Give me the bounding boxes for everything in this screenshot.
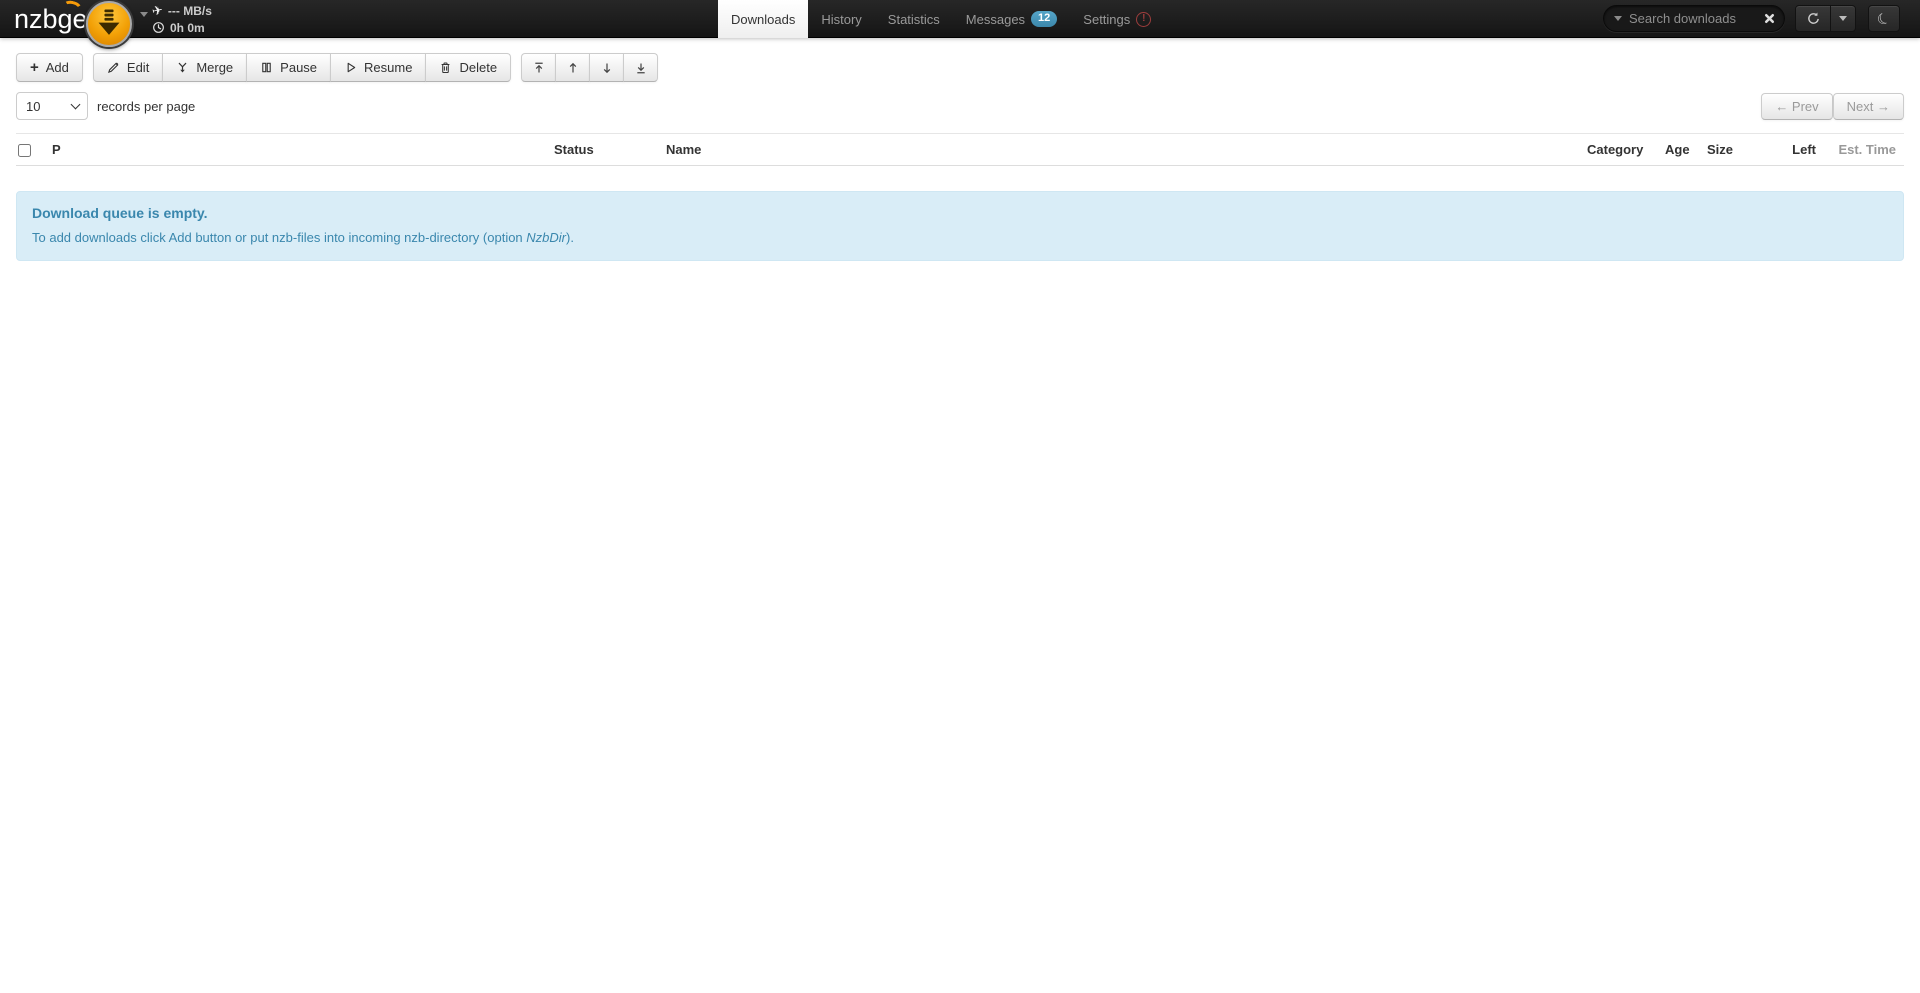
next-page-button[interactable]: Next →: [1833, 93, 1904, 120]
records-select-wrap: 10: [16, 92, 88, 120]
header-est-time: Est. Time: [1824, 134, 1904, 166]
alert-option-name: NzbDir: [526, 230, 566, 245]
header-size: Size: [1699, 134, 1769, 166]
merge-button[interactable]: Merge: [162, 53, 247, 82]
theme-toggle-button[interactable]: ☾: [1868, 5, 1900, 32]
next-page-label: Next →: [1847, 99, 1890, 114]
move-up-button[interactable]: [555, 53, 590, 82]
resume-button[interactable]: Resume: [330, 53, 426, 82]
header-name: Name: [658, 134, 1579, 166]
tab-downloads-label: Downloads: [731, 12, 795, 27]
time-left-value: 0h 0m: [170, 21, 205, 35]
move-to-top-button[interactable]: [521, 53, 556, 82]
logo-block: nzbget: [14, 0, 95, 38]
refresh-button[interactable]: [1795, 5, 1831, 32]
header-age: Age: [1657, 134, 1699, 166]
app-logo: nzbget: [14, 0, 95, 38]
move-actions-group: [521, 53, 658, 82]
add-button-label: Add: [46, 60, 69, 75]
search-options-caret-icon[interactable]: [1614, 16, 1622, 21]
pause-icon: [260, 61, 273, 74]
messages-count-badge: 12: [1031, 11, 1057, 27]
select-all-cell: [16, 134, 44, 166]
speed-plane-icon: ✈: [150, 2, 164, 20]
select-all-checkbox[interactable]: [18, 144, 31, 157]
alert-message-prefix: To add downloads click Add button or put…: [32, 230, 526, 245]
tab-statistics[interactable]: Statistics: [875, 0, 953, 38]
header-left: Left: [1769, 134, 1824, 166]
move-down-button[interactable]: [589, 53, 624, 82]
trash-icon: [439, 61, 452, 74]
plus-icon: +: [30, 60, 39, 75]
pause-button-label: Pause: [280, 60, 317, 75]
queue-toolbar: + Add Edit Merge Pause: [16, 53, 1904, 82]
header-category: Category: [1579, 134, 1657, 166]
tab-settings[interactable]: Settings !: [1070, 0, 1164, 38]
records-per-page-label: records per page: [97, 99, 195, 114]
header-priority: P: [44, 134, 546, 166]
edit-button-label: Edit: [127, 60, 149, 75]
tab-history[interactable]: History: [808, 0, 874, 38]
speed-value: --- MB/s: [168, 4, 212, 18]
prev-page-button[interactable]: ← Prev: [1761, 93, 1832, 120]
delete-button[interactable]: Delete: [425, 53, 511, 82]
tab-messages-label: Messages: [966, 12, 1025, 27]
edit-actions-group: Edit Merge Pause Resume De: [93, 53, 511, 82]
edit-button[interactable]: Edit: [93, 53, 163, 82]
time-indicator: 0h 0m: [152, 19, 212, 36]
main-nav-tabs: Downloads History Statistics Messages 12…: [718, 0, 1164, 38]
tab-settings-label: Settings: [1083, 12, 1130, 27]
moon-icon: ☾: [1874, 8, 1894, 30]
tab-messages[interactable]: Messages 12: [953, 0, 1071, 38]
resume-button-label: Resume: [364, 60, 412, 75]
search-input[interactable]: [1629, 11, 1763, 26]
top-navbar: nzbget ✈ --- MB/s 0h 0m: [0, 0, 1920, 38]
prev-page-label: ← Prev: [1775, 99, 1818, 114]
pagination: ← Prev Next →: [1761, 93, 1904, 120]
tab-statistics-label: Statistics: [888, 12, 940, 27]
navbar-right-controls: ☾: [1603, 5, 1900, 32]
tab-downloads[interactable]: Downloads: [718, 0, 808, 38]
alert-message: To add downloads click Add button or put…: [32, 230, 1888, 245]
merge-icon: [176, 61, 189, 74]
search-box: [1603, 5, 1785, 32]
delete-button-label: Delete: [459, 60, 497, 75]
pencil-icon: [107, 61, 120, 74]
resume-play-icon: [344, 61, 357, 74]
downloads-table: P Status Name Category Age Size Left Est…: [16, 133, 1904, 166]
download-arrow-icon: [89, 4, 129, 44]
add-button[interactable]: + Add: [16, 53, 83, 82]
alert-title: Download queue is empty.: [32, 205, 1888, 221]
arrow-to-top-icon: [532, 61, 546, 75]
refresh-icon: [1806, 11, 1821, 26]
records-per-page-select[interactable]: 10: [16, 92, 88, 120]
tab-history-label: History: [821, 12, 861, 27]
header-status: Status: [546, 134, 658, 166]
status-block: ✈ --- MB/s 0h 0m: [152, 2, 212, 36]
search-clear-icon[interactable]: [1763, 12, 1776, 25]
refresh-caret-icon: [1839, 16, 1847, 21]
arrow-up-icon: [566, 61, 580, 75]
download-toggle-badge[interactable]: [86, 1, 132, 47]
refresh-dropdown-button[interactable]: [1830, 5, 1856, 32]
arrow-to-bottom-icon: [634, 61, 648, 75]
speed-indicator[interactable]: ✈ --- MB/s: [152, 2, 212, 19]
arrow-down-icon: [600, 61, 614, 75]
settings-warning-icon: !: [1136, 12, 1151, 27]
logo-dropdown-caret-icon[interactable]: [140, 12, 148, 17]
pause-button[interactable]: Pause: [246, 53, 331, 82]
table-header-row: P Status Name Category Age Size Left Est…: [16, 134, 1904, 166]
list-controls-row: 10 records per page ← Prev Next →: [16, 92, 1904, 120]
clock-icon: [152, 21, 165, 34]
alert-message-suffix: ).: [566, 230, 574, 245]
logo-text: nzbget: [14, 4, 95, 34]
empty-queue-alert: Download queue is empty. To add download…: [16, 191, 1904, 261]
merge-button-label: Merge: [196, 60, 233, 75]
move-to-bottom-button[interactable]: [623, 53, 658, 82]
